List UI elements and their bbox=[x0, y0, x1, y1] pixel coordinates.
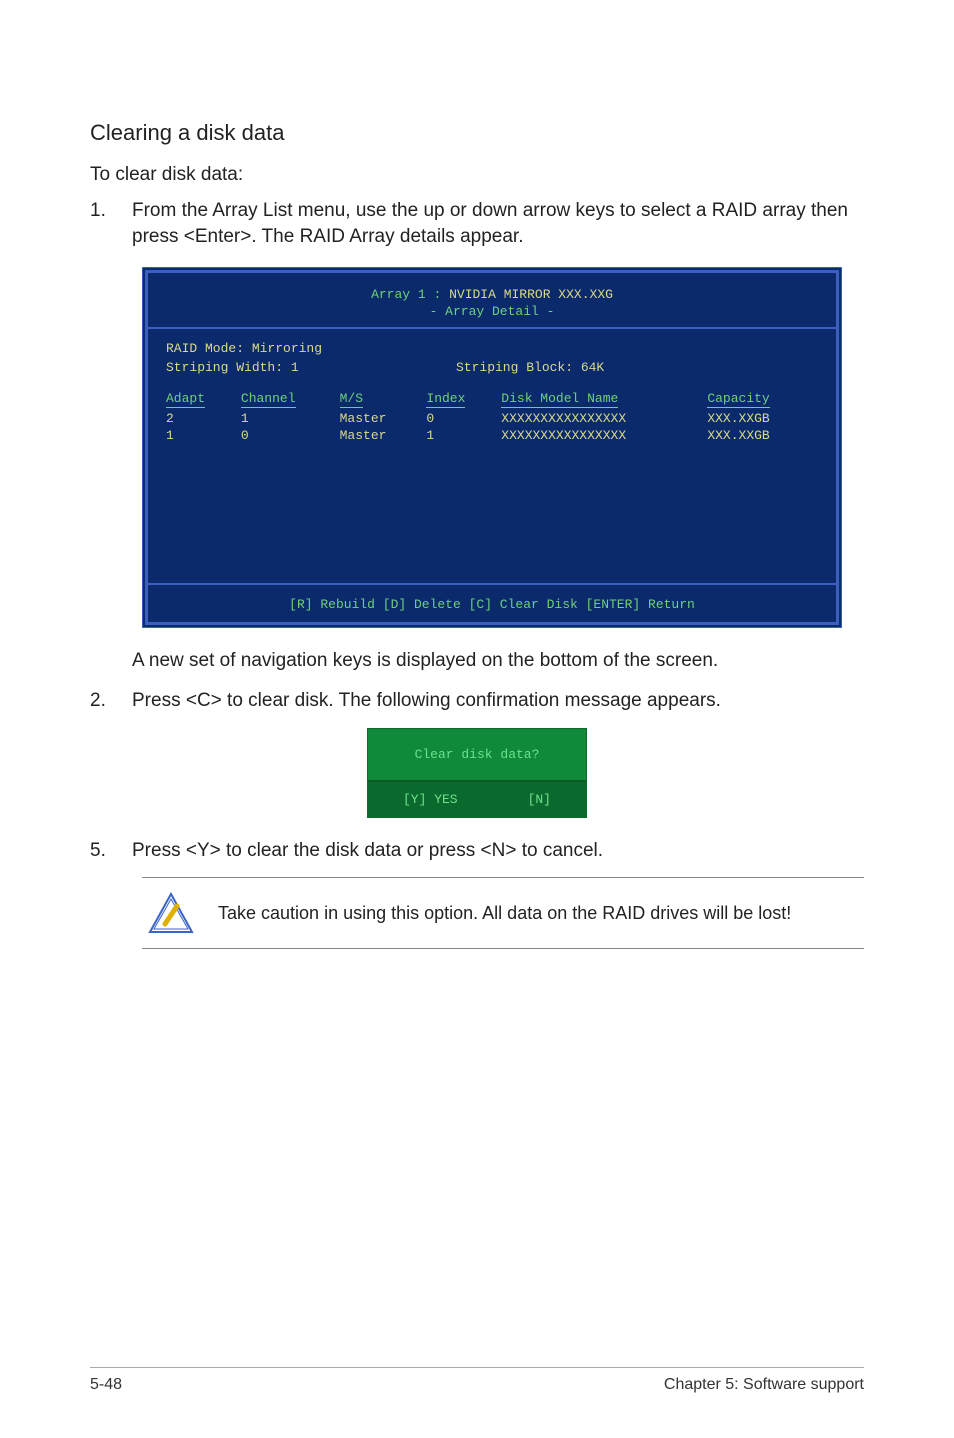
cell-ms: Master bbox=[340, 426, 427, 443]
caution-note: Take caution in using this option. All d… bbox=[142, 877, 864, 949]
step-1-number: 1. bbox=[90, 198, 132, 224]
cell-channel: 1 bbox=[241, 409, 340, 426]
raid-mode-row: RAID Mode: Mirroring bbox=[166, 341, 818, 356]
striping-block-value: 64K bbox=[581, 360, 604, 375]
bios-screenshot: Array 1 : NVIDIA MIRROR XXX.XXG - Array … bbox=[142, 267, 864, 628]
cell-capacity: XXX.XXGB bbox=[707, 426, 818, 443]
dialog-question: Clear disk data? bbox=[368, 729, 586, 782]
confirm-dialog: Clear disk data? [Y] YES [N] bbox=[367, 728, 587, 818]
table-row: 1 0 Master 1 XXXXXXXXXXXXXXXX XXX.XXGB bbox=[166, 426, 818, 443]
step-2-text: Press <C> to clear disk. The following c… bbox=[132, 688, 864, 714]
cell-capacity: XXX.XXGB bbox=[707, 409, 818, 426]
section-title: Clearing a disk data bbox=[90, 120, 864, 146]
bios-title-main: NVIDIA MIRROR XXX.XXG bbox=[449, 287, 613, 302]
bios-title: Array 1 : NVIDIA MIRROR XXX.XXG - Array … bbox=[166, 287, 818, 319]
page-footer: 5-48 Chapter 5: Software support bbox=[90, 1367, 864, 1394]
nav-keys-note: A new set of navigation keys is displaye… bbox=[132, 648, 864, 674]
cell-adapt: 1 bbox=[166, 426, 241, 443]
disk-table: Adapt Channel M/S Index Disk Model Name … bbox=[166, 389, 818, 443]
step-2: 2. Press <C> to clear disk. The followin… bbox=[90, 688, 864, 714]
raid-mode-value: Mirroring bbox=[252, 341, 322, 356]
step-1: 1. From the Array List menu, use the up … bbox=[90, 198, 864, 249]
chapter-label: Chapter 5: Software support bbox=[664, 1376, 864, 1394]
striping-width-value: 1 bbox=[291, 360, 299, 375]
step-5-text: Press <Y> to clear the disk data or pres… bbox=[132, 838, 864, 864]
bios-subtitle: - Array Detail - bbox=[166, 304, 818, 319]
col-model: Disk Model Name bbox=[501, 391, 618, 408]
caution-text: Take caution in using this option. All d… bbox=[218, 903, 791, 924]
col-index: Index bbox=[426, 391, 465, 408]
table-header-row: Adapt Channel M/S Index Disk Model Name … bbox=[166, 389, 818, 409]
table-row: 2 1 Master 0 XXXXXXXXXXXXXXXX XXX.XXGB bbox=[166, 409, 818, 426]
dialog-no: [N] bbox=[528, 792, 551, 807]
step-after-note: A new set of navigation keys is displaye… bbox=[90, 648, 864, 674]
cell-adapt: 2 bbox=[166, 409, 241, 426]
raid-mode-label: RAID Mode: bbox=[166, 341, 252, 356]
cell-model: XXXXXXXXXXXXXXXX bbox=[501, 426, 707, 443]
step-2-number: 2. bbox=[90, 688, 132, 714]
col-channel: Channel bbox=[241, 391, 296, 408]
striping-width-label: Striping Width: bbox=[166, 360, 291, 375]
bios-footer-keys: [R] Rebuild [D] Delete [C] Clear Disk [E… bbox=[166, 593, 818, 614]
step-5-number: 5. bbox=[90, 838, 132, 864]
striping-row: Striping Width: 1 Striping Block: 64K bbox=[166, 360, 818, 375]
step-5: 5. Press <Y> to clear the disk data or p… bbox=[90, 838, 864, 864]
cell-ms: Master bbox=[340, 409, 427, 426]
warning-icon bbox=[148, 892, 194, 934]
col-adapt: Adapt bbox=[166, 391, 205, 408]
cell-channel: 0 bbox=[241, 426, 340, 443]
dialog-yes: [Y] YES bbox=[403, 792, 458, 807]
striping-block-label: Striping Block: bbox=[456, 360, 581, 375]
step-1-text: From the Array List menu, use the up or … bbox=[132, 198, 864, 249]
col-capacity: Capacity bbox=[707, 391, 769, 408]
bios-title-prefix: Array 1 : bbox=[371, 287, 449, 302]
cell-index: 1 bbox=[426, 426, 501, 443]
cell-model: XXXXXXXXXXXXXXXX bbox=[501, 409, 707, 426]
cell-index: 0 bbox=[426, 409, 501, 426]
col-ms: M/S bbox=[340, 391, 363, 408]
intro-text: To clear disk data: bbox=[90, 164, 864, 186]
page-number: 5-48 bbox=[90, 1376, 122, 1394]
